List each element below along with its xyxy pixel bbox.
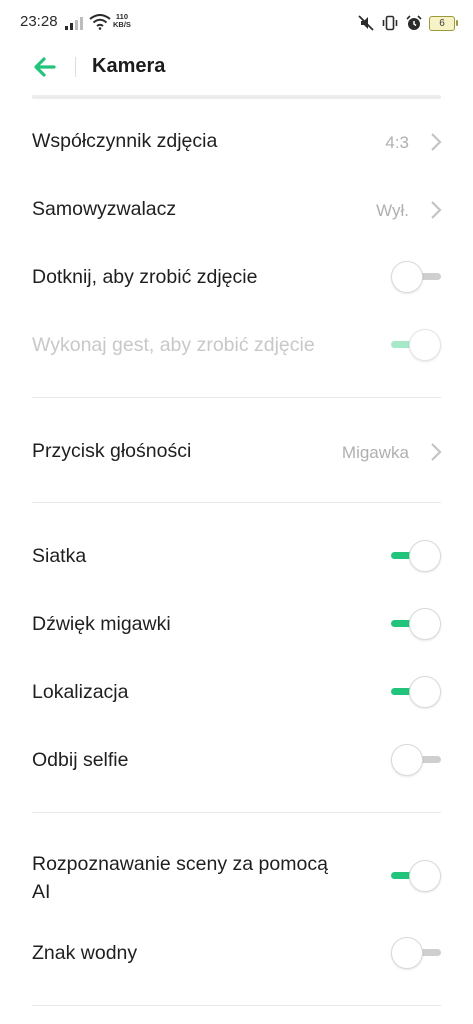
toggle-knob (409, 540, 441, 572)
setting-value: Migawka (341, 443, 409, 462)
mirror-selfie-toggle[interactable] (391, 744, 441, 776)
toggle-knob (409, 676, 441, 708)
watermark-toggle[interactable] (391, 937, 441, 969)
setting-label: Znak wodny (32, 942, 138, 964)
setting-label: Samowyzwalacz (32, 198, 177, 220)
setting-label: Wykonaj gest, aby zrobić zdjęcie (32, 334, 315, 356)
signal-icon (65, 17, 83, 30)
toggle-knob (409, 608, 441, 640)
setting-label: Przycisk głośności (32, 440, 192, 462)
shutter-sound-toggle[interactable] (391, 608, 441, 640)
location-toggle[interactable] (391, 676, 441, 708)
setting-value: 4:3 (385, 133, 409, 152)
setting-label: Odbij selfie (32, 749, 129, 771)
section-divider (32, 812, 441, 813)
setting-self-timer[interactable]: Samowyzwalacz Wył. (0, 188, 473, 232)
toggle-knob (409, 860, 441, 892)
grid-toggle[interactable] (391, 540, 441, 572)
setting-ai-scene: Rozpoznawanie sceny za pomocą AI (0, 846, 473, 908)
toggle-knob (391, 744, 423, 776)
wifi-icon (89, 14, 111, 30)
setting-label: Dźwięk migawki (32, 613, 171, 635)
setting-shutter-sound: Dźwięk migawki (0, 603, 473, 647)
setting-label: Rozpoznawanie sceny za pomocą AI (32, 850, 328, 906)
setting-grid: Siatka (0, 535, 473, 579)
chevron-right-icon (431, 133, 442, 151)
network-speed: 110 KB/S (113, 13, 131, 29)
setting-value: Wył. (376, 201, 409, 220)
status-time: 23:28 (20, 13, 58, 30)
touch-capture-toggle[interactable] (391, 261, 441, 293)
status-bar: 23:28 110 KB/S 6 (0, 0, 473, 46)
setting-aspect-ratio[interactable]: Współczynnik zdjęcia 4:3 (0, 120, 473, 164)
section-divider (32, 502, 441, 503)
toggle-knob (391, 937, 423, 969)
network-speed-unit: KB/S (113, 20, 131, 29)
setting-touch-capture: Dotknij, aby zrobić zdjęcie (0, 256, 473, 300)
vibrate-icon (382, 15, 398, 31)
setting-watermark: Znak wodny (0, 932, 473, 976)
mute-icon (358, 15, 374, 31)
setting-location: Lokalizacja (0, 671, 473, 715)
alarm-icon (406, 15, 422, 30)
setting-mirror-selfie: Odbij selfie (0, 739, 473, 783)
app-bar: Kamera (0, 46, 473, 92)
setting-volume-button[interactable]: Przycisk głośności Migawka (0, 430, 473, 474)
toggle-knob (409, 329, 441, 361)
setting-label: Współczynnik zdjęcia (32, 130, 218, 152)
ai-scene-toggle[interactable] (391, 860, 441, 892)
setting-label: Dotknij, aby zrobić zdjęcie (32, 266, 258, 288)
battery-icon: 6 (429, 15, 458, 31)
chevron-right-icon (431, 201, 442, 219)
section-divider (32, 397, 441, 398)
gesture-capture-toggle (391, 329, 441, 361)
chevron-right-icon (431, 443, 442, 461)
setting-gesture-capture: Wykonaj gest, aby zrobić zdjęcie (0, 324, 473, 368)
status-icons: 6 (357, 13, 458, 33)
scroll-edge-indicator (32, 95, 441, 99)
back-arrow-icon[interactable] (30, 52, 60, 82)
toggle-knob (391, 261, 423, 293)
page-title: Kamera (92, 55, 166, 77)
app-bar-divider (75, 57, 76, 77)
setting-label: Lokalizacja (32, 681, 129, 703)
setting-label-line1: Rozpoznawanie sceny za pomocą (32, 853, 328, 875)
section-divider (32, 1005, 441, 1006)
setting-label-line2: AI (32, 881, 51, 903)
setting-label: Siatka (32, 545, 87, 567)
